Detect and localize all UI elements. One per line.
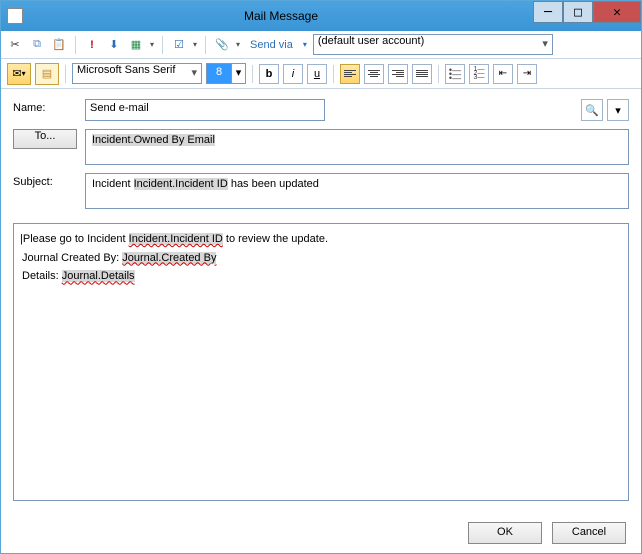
bold-button[interactable]: b — [259, 64, 279, 84]
minimize-button[interactable]: ─ — [533, 1, 563, 23]
send-via-label: Send via — [250, 39, 293, 51]
body-token-journal-created-by: Journal.Created By — [122, 252, 216, 264]
subject-prefix: Incident — [92, 178, 134, 190]
font-size-select[interactable]: 8 — [206, 63, 232, 84]
align-justify-button[interactable] — [412, 64, 432, 84]
to-token: Incident.Owned By Email — [92, 134, 215, 146]
copy-icon[interactable]: ⧉ — [29, 37, 45, 53]
check-icon[interactable]: ☑ — [171, 37, 187, 53]
subject-token: Incident.Incident ID — [134, 178, 228, 190]
body-line-2: Journal Created By: Journal.Created By — [22, 249, 620, 268]
font-family-select[interactable]: Microsoft Sans Serif — [72, 63, 202, 84]
close-button[interactable]: ✕ — [593, 1, 641, 23]
cancel-button[interactable]: Cancel — [552, 522, 626, 544]
body-token-incident-id: Incident.Incident ID — [129, 233, 223, 245]
underline-button[interactable]: u — [307, 64, 327, 84]
font-size-value: 8 — [216, 66, 222, 78]
magnifier-icon: 🔍 — [585, 104, 599, 117]
expand-button[interactable]: ▾ — [607, 99, 629, 121]
italic-button[interactable]: i — [283, 64, 303, 84]
name-value: Send e-mail — [90, 102, 149, 114]
subject-input[interactable]: Incident Incident.Incident ID has been u… — [85, 173, 629, 209]
chevron-down-icon: ▾ — [615, 104, 621, 117]
page-icon: ▤ — [42, 67, 52, 80]
outdent-button[interactable]: ⇤ — [493, 64, 513, 84]
maximize-button[interactable]: □ — [563, 1, 593, 23]
send-via-value: (default user account) — [318, 35, 424, 47]
subject-suffix: has been updated — [228, 178, 319, 190]
to-label: To... — [35, 130, 56, 142]
indent-button[interactable]: ⇥ — [517, 64, 537, 84]
align-left-button[interactable] — [340, 64, 360, 84]
align-right-button[interactable] — [388, 64, 408, 84]
window-titlebar: Mail Message ─ □ ✕ — [1, 1, 641, 31]
paste-icon[interactable]: 📋 — [51, 37, 67, 53]
font-size-dropdown[interactable]: ▾ — [232, 63, 246, 84]
main-toolbar: ✂ ⧉ 📋 ! ⬇ ▦▾ ☑▾ 📎▾ Send via▾ (default us… — [1, 31, 641, 59]
form-area: Name: Send e-mail 🔍 ▾ To... Incident.Own… — [1, 89, 641, 223]
attachment-icon[interactable]: 📎 — [214, 37, 230, 53]
body-token-journal-details: Journal.Details — [62, 270, 135, 282]
align-center-button[interactable] — [364, 64, 384, 84]
body-line-1: Please go to Incident Incident.Incident … — [22, 230, 620, 249]
cut-icon[interactable]: ✂ — [7, 37, 23, 53]
zoom-button[interactable]: 🔍 — [581, 99, 603, 121]
to-button[interactable]: To... — [13, 129, 77, 149]
to-input[interactable]: Incident.Owned By Email — [85, 129, 629, 165]
send-via-select[interactable]: (default user account) — [313, 34, 553, 55]
app-icon — [7, 8, 23, 24]
format-toolbar: ✉▾ ▤ Microsoft Sans Serif 8 ▾ b i u •—•—… — [1, 59, 641, 89]
subject-label: Subject: — [13, 173, 77, 188]
envelope-icon: ✉ — [12, 67, 21, 80]
window-title: Mail Message — [29, 9, 533, 23]
mode-text-button[interactable]: ▤ — [35, 63, 59, 85]
low-priority-icon[interactable]: ⬇ — [106, 37, 122, 53]
body-line-3: Details: Journal.Details — [22, 267, 620, 286]
number-list-button[interactable]: 1—2—3— — [469, 64, 489, 84]
table-icon[interactable]: ▦ — [128, 37, 144, 53]
bullet-list-button[interactable]: •—•—•— — [445, 64, 465, 84]
ok-button[interactable]: OK — [468, 522, 542, 544]
message-body[interactable]: Please go to Incident Incident.Incident … — [13, 223, 629, 501]
dialog-footer: OK Cancel — [468, 522, 626, 544]
name-label: Name: — [13, 99, 77, 114]
mode-html-button[interactable]: ✉▾ — [7, 63, 31, 85]
font-family-value: Microsoft Sans Serif — [77, 64, 175, 76]
name-input[interactable]: Send e-mail — [85, 99, 325, 121]
priority-icon[interactable]: ! — [84, 37, 100, 53]
